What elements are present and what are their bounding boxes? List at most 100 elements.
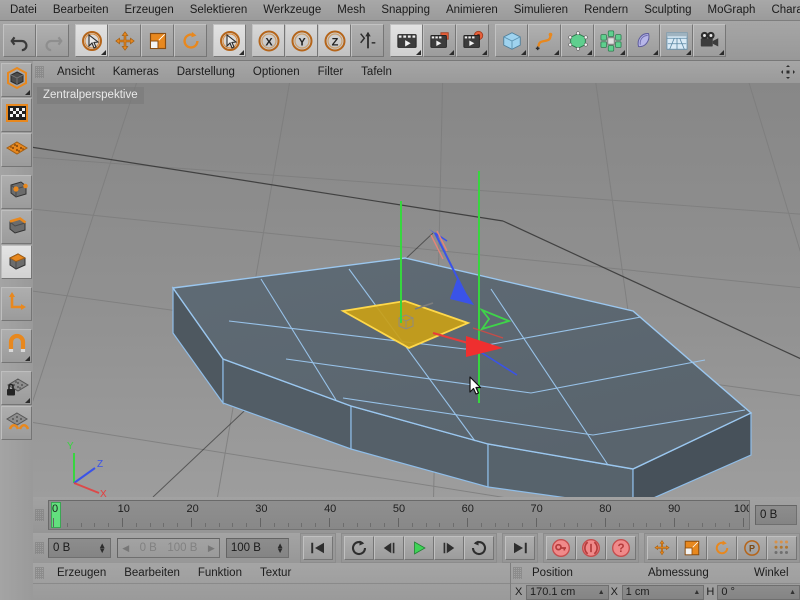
mode-axis-mode-button[interactable]	[1, 287, 32, 321]
toolbar-move-button[interactable]	[108, 24, 141, 57]
mode-workplane-tool-button[interactable]	[1, 406, 32, 440]
transport-go-to-start-button[interactable]	[303, 536, 334, 560]
dropdown-corner-icon[interactable]	[239, 50, 244, 55]
dropdown-corner-icon[interactable]	[554, 50, 559, 55]
transport-key-param-button[interactable]: P	[737, 536, 768, 560]
stepper-arrows-icon[interactable]: ▲	[789, 589, 796, 596]
toolbar-select-live-button[interactable]	[75, 24, 108, 57]
transport-grip[interactable]	[35, 542, 44, 554]
mode-points-mode-button[interactable]	[1, 175, 32, 209]
range-left-arrow-icon[interactable]: ◀	[122, 543, 129, 554]
menu-item-simulieren[interactable]: Simulieren	[506, 2, 576, 18]
menu-item-bearbeiten[interactable]: Bearbeiten	[45, 2, 117, 18]
menu-item-animieren[interactable]: Animieren	[438, 2, 506, 18]
mode-model-mode-button[interactable]	[1, 63, 32, 97]
dropdown-corner-icon[interactable]	[25, 90, 30, 95]
transport-go-to-end-button[interactable]	[505, 536, 536, 560]
dropdown-corner-icon[interactable]	[416, 50, 421, 55]
dropdown-corner-icon[interactable]	[521, 50, 526, 55]
material-menu-bearbeiten[interactable]: Bearbeiten	[115, 566, 189, 580]
toolbar-world-axis-button[interactable]	[351, 24, 384, 57]
material-manager-body[interactable]	[33, 583, 510, 600]
coordinates-value-field-2[interactable]: 0 ° ▲	[717, 584, 800, 600]
toolbar-cube-primitive-button[interactable]	[495, 24, 528, 57]
menu-item-sculpting[interactable]: Sculpting	[636, 2, 699, 18]
toolbar-axis-y-button[interactable]: Y	[285, 24, 318, 57]
transport-record-key-button[interactable]	[546, 536, 577, 560]
viewport-menu-tafeln[interactable]: Tafeln	[352, 64, 401, 80]
viewport-panel[interactable]: Ansicht Kameras Darstellung Optionen Filter T…	[33, 61, 800, 497]
stepper-arrows-icon[interactable]: ▲ ▼	[98, 542, 106, 555]
viewport-menu-kameras[interactable]: Kameras	[104, 64, 168, 80]
viewport-menu-darstellung[interactable]: Darstellung	[168, 64, 244, 80]
dropdown-corner-icon[interactable]	[25, 398, 30, 403]
transport-next-key-button[interactable]	[464, 536, 495, 560]
toolbar-undo-button[interactable]	[3, 24, 36, 57]
stepper-arrows-icon[interactable]: ▲	[693, 589, 700, 596]
toolbar-render-view-button[interactable]	[390, 24, 423, 57]
dropdown-corner-icon[interactable]	[686, 50, 691, 55]
viewport-panel-controls[interactable]	[780, 64, 800, 80]
transport-play-button[interactable]	[404, 536, 435, 560]
material-menu-funktion[interactable]: Funktion	[189, 566, 251, 580]
material-menu-textur[interactable]: Textur	[251, 566, 300, 580]
toolbar-spline-button[interactable]	[528, 24, 561, 57]
transport-key-position-button[interactable]	[647, 536, 678, 560]
toolbar-camera-button[interactable]	[693, 24, 726, 57]
timeline-bar[interactable]: 0 10 20 30 40 50 60 70 80 90 100 0 B	[33, 497, 800, 533]
coordinates-manager-grip[interactable]	[513, 567, 522, 579]
coordinates-value-field-0[interactable]: 170.1 cm ▲	[526, 584, 609, 600]
transport-key-pla-button[interactable]	[767, 536, 798, 560]
viewport-menu-filter[interactable]: Filter	[309, 64, 353, 80]
toolbar-deformer-button[interactable]	[627, 24, 660, 57]
menu-item-charakter[interactable]: Charakter	[763, 2, 800, 18]
mode-edges-mode-button[interactable]	[1, 210, 32, 244]
dropdown-corner-icon[interactable]	[587, 50, 592, 55]
transport-step-back-button[interactable]	[374, 536, 405, 560]
dropdown-corner-icon[interactable]	[25, 356, 30, 361]
menu-item-selektieren[interactable]: Selektieren	[182, 2, 256, 18]
transport-key-scale-button[interactable]	[677, 536, 708, 560]
menu-item-erzeugen[interactable]: Erzeugen	[116, 2, 181, 18]
toolbar-environment-button[interactable]	[660, 24, 693, 57]
range-right-arrow-icon[interactable]: ▶	[208, 543, 215, 554]
viewport-menu-ansicht[interactable]: Ansicht	[48, 64, 104, 80]
toolbar-axis-z-button[interactable]: Z	[318, 24, 351, 57]
toolbar-axis-x-button[interactable]: X	[252, 24, 285, 57]
menu-item-werkzeuge[interactable]: Werkzeuge	[255, 2, 329, 18]
dropdown-corner-icon[interactable]	[653, 50, 658, 55]
mode-workplane-mode-button[interactable]	[1, 133, 32, 167]
toolbar-scale-button[interactable]	[141, 24, 174, 57]
toolbar-nurbs-button[interactable]	[561, 24, 594, 57]
transport-range-field[interactable]: ◀ 0 B 100 B ▶	[117, 538, 220, 558]
transport-key-rotation-button[interactable]	[707, 536, 738, 560]
transport-preview-end-field[interactable]: 100 B ▲ ▼	[225, 538, 290, 558]
coordinates-values-row[interactable]: X 170.1 cm ▲ X 1 cm ▲ H 0 ° ▲	[511, 583, 800, 600]
toolbar-redo-button[interactable]	[36, 24, 69, 57]
stepper-arrows-icon[interactable]: ▲ ▼	[276, 542, 284, 555]
viewport-scene[interactable]: Y Z X	[33, 83, 800, 497]
toolbar-render-settings-button[interactable]	[456, 24, 489, 57]
transport-prev-key-button[interactable]	[344, 536, 375, 560]
material-menu-erzeugen[interactable]: Erzeugen	[48, 566, 115, 580]
menu-item-mograph[interactable]: MoGraph	[700, 2, 764, 18]
menu-item-mesh[interactable]: Mesh	[329, 2, 373, 18]
toolbar-rotate-button[interactable]	[174, 24, 207, 57]
viewport-menu-optionen[interactable]: Optionen	[244, 64, 309, 80]
dropdown-corner-icon[interactable]	[482, 50, 487, 55]
transport-key-selection-button[interactable]: ?	[606, 536, 637, 560]
menu-item-datei[interactable]: Datei	[0, 2, 45, 18]
stepper-arrows-icon[interactable]: ▲	[598, 589, 605, 596]
transport-step-forward-button[interactable]	[434, 536, 465, 560]
mode-lock-workplane-button[interactable]	[1, 371, 32, 405]
dropdown-corner-icon[interactable]	[449, 50, 454, 55]
timeline-grip[interactable]	[35, 509, 44, 521]
mode-polygons-mode-button[interactable]	[1, 245, 32, 279]
transport-autokey-button[interactable]	[576, 536, 607, 560]
viewport-3d-canvas[interactable]: Y Z X	[33, 83, 800, 497]
toolbar-render-region-button[interactable]	[423, 24, 456, 57]
coordinates-value-field-1[interactable]: 1 cm ▲	[621, 584, 705, 600]
toolbar-select-arrow-button[interactable]	[213, 24, 246, 57]
timeline-current-frame-field[interactable]: 0 B	[755, 505, 797, 525]
toolbar-array-button[interactable]	[594, 24, 627, 57]
